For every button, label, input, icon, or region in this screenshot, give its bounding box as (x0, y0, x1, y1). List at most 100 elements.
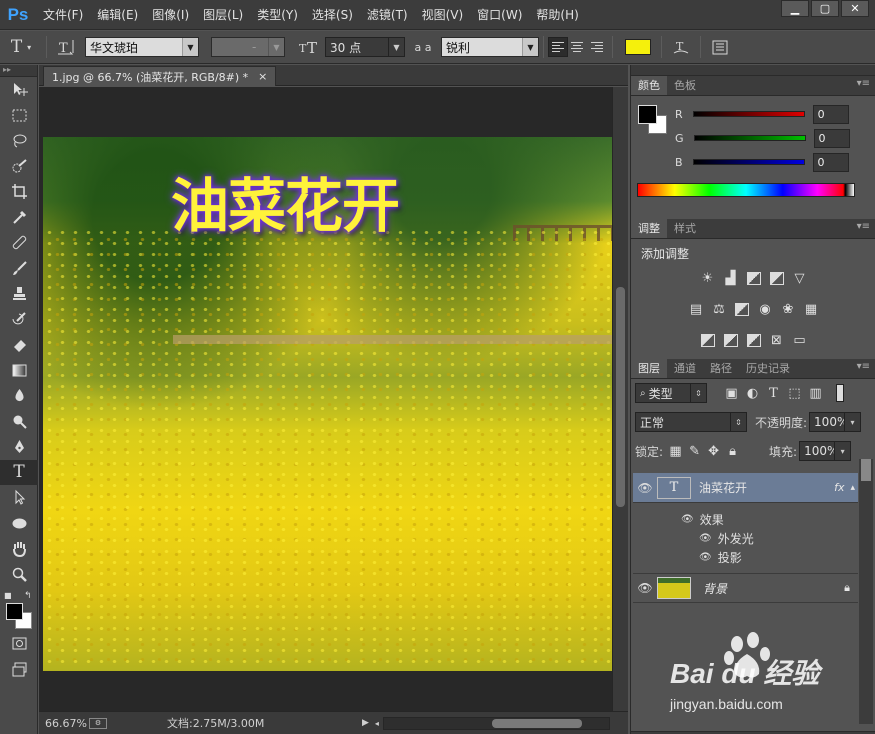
curves-icon[interactable] (745, 270, 762, 287)
foreground-color-swatch[interactable] (638, 105, 657, 124)
menu-help[interactable]: 帮助(H) (529, 0, 585, 30)
pen-tool-icon[interactable] (0, 434, 38, 460)
color-lookup-icon[interactable]: ▦ (803, 301, 820, 318)
red-value-input[interactable]: 0 (812, 104, 849, 124)
menu-layer[interactable]: 图层(L) (196, 0, 250, 30)
menu-window[interactable]: 窗口(W) (470, 0, 529, 30)
quick-selection-tool-icon[interactable] (0, 154, 38, 180)
tab-history[interactable]: 历史记录 (739, 359, 797, 378)
character-panel-icon[interactable] (705, 36, 735, 58)
brightness-icon[interactable]: ☀ (699, 270, 716, 287)
filter-adjustment-icon[interactable]: ◐ (744, 385, 761, 402)
gradient-map-icon[interactable]: ▭ (791, 332, 808, 349)
tab-swatches[interactable]: 色板 (667, 76, 703, 95)
panel-menu-icon[interactable]: ▾≡ (857, 221, 870, 232)
zoom-tool-icon[interactable] (0, 562, 38, 588)
vertical-scrollbar[interactable] (612, 87, 628, 711)
healing-brush-tool-icon[interactable] (0, 230, 38, 256)
dodge-tool-icon[interactable] (0, 409, 38, 435)
lock-all-icon[interactable]: 🔒︎ (724, 443, 741, 460)
marquee-tool-icon[interactable] (0, 103, 38, 129)
menu-file[interactable]: 文件(F) (36, 0, 90, 30)
levels-icon[interactable]: ▟ (722, 270, 739, 287)
menu-image[interactable]: 图像(I) (145, 0, 196, 30)
swap-colors-icon[interactable]: ↰ (24, 591, 32, 601)
warp-text-icon[interactable]: T (666, 36, 696, 58)
threshold-icon[interactable] (745, 332, 762, 349)
filter-shape-icon[interactable]: ⬚ (786, 385, 803, 402)
blue-value-input[interactable]: 0 (812, 152, 849, 172)
effect-drop-shadow[interactable]: 👁︎ 投影 (699, 549, 742, 566)
zoom-level[interactable]: 66.67% (39, 717, 89, 730)
tab-styles[interactable]: 样式 (667, 219, 703, 238)
layer-row-background[interactable]: 👁︎ 背景 🔒︎ (633, 573, 858, 603)
filter-toggle[interactable] (836, 384, 844, 402)
filter-smart-object-icon[interactable]: ▥ (807, 385, 824, 402)
crop-tool-icon[interactable] (0, 179, 38, 205)
slider-blue[interactable]: B 0 (675, 151, 849, 173)
menu-view[interactable]: 视图(V) (415, 0, 471, 30)
align-right-button[interactable] (588, 37, 608, 57)
maximize-button[interactable]: ▢ (811, 0, 839, 17)
history-brush-tool-icon[interactable] (0, 307, 38, 333)
tab-layers[interactable]: 图层 (631, 359, 667, 378)
clone-stamp-tool-icon[interactable] (0, 281, 38, 307)
scroll-left-icon[interactable]: ◂ (375, 719, 379, 728)
path-selection-tool-icon[interactable] (0, 485, 38, 511)
invert-icon[interactable] (699, 332, 716, 349)
hue-saturation-icon[interactable]: ▤ (688, 301, 705, 318)
eraser-tool-icon[interactable] (0, 332, 38, 358)
visibility-eye-icon[interactable]: 👁︎ (699, 533, 712, 544)
effect-outer-glow[interactable]: 👁︎ 外发光 (699, 530, 754, 547)
menu-filter[interactable]: 滤镜(T) (360, 0, 415, 30)
lasso-tool-icon[interactable] (0, 128, 38, 154)
canvas-text-layer[interactable]: 油菜花开 (171, 159, 400, 243)
layer-name[interactable]: 背景 (703, 580, 844, 597)
layer-name[interactable]: 油菜花开 (699, 479, 834, 496)
status-info-icon[interactable]: ⚙ (89, 717, 107, 729)
layers-scroll-thumb[interactable] (861, 459, 871, 481)
menu-select[interactable]: 选择(S) (305, 0, 360, 30)
horizontal-scroll-thumb[interactable] (491, 718, 582, 728)
filter-type-icon[interactable]: T (765, 385, 782, 402)
visibility-eye-icon[interactable]: 👁︎ (633, 481, 657, 495)
black-white-icon[interactable] (734, 301, 751, 318)
slider-green[interactable]: G 0 (675, 127, 850, 149)
slider-red[interactable]: R 0 (675, 103, 849, 125)
menu-edit[interactable]: 编辑(E) (90, 0, 145, 30)
exposure-icon[interactable] (768, 270, 785, 287)
tools-panel-grip[interactable]: ▸▸ (0, 65, 37, 77)
lock-transparency-icon[interactable]: ▦ (667, 443, 684, 460)
font-size-select[interactable]: 30 点 ▼ (325, 37, 405, 57)
panel-menu-icon[interactable]: ▾≡ (857, 361, 870, 372)
text-orientation-toggle-icon[interactable]: T (51, 36, 81, 58)
tab-channels[interactable]: 通道 (667, 359, 703, 378)
close-button[interactable]: ✕ (841, 0, 869, 17)
filter-pixel-icon[interactable]: ▣ (723, 385, 740, 402)
move-tool-icon[interactable] (0, 77, 38, 103)
default-colors-icon[interactable]: ■ (4, 591, 12, 600)
minimize-button[interactable]: ▁ (781, 0, 809, 17)
effects-row[interactable]: 👁︎ 效果 (681, 511, 724, 528)
align-center-button[interactable] (568, 37, 588, 57)
opacity-input[interactable]: 100% ▾ (809, 412, 862, 432)
horizontal-scrollbar[interactable] (382, 716, 610, 730)
fill-input[interactable]: 100% ▾ (799, 441, 852, 461)
canvas-area[interactable]: 油菜花开 (39, 87, 612, 711)
document-tab[interactable]: 1.jpg @ 66.7% (油菜花开, RGB/8#) * × (43, 66, 277, 86)
close-icon[interactable]: × (258, 70, 267, 83)
blue-slider-track[interactable] (692, 159, 805, 165)
vertical-scroll-thumb[interactable] (616, 287, 625, 507)
foreground-color-swatch[interactable] (6, 603, 23, 620)
status-menu-arrow-icon[interactable]: ▶ (362, 718, 369, 728)
layer-row-text[interactable]: 👁︎ T 油菜花开 fx ▴ (633, 473, 858, 503)
font-style-select[interactable]: - ▼ (211, 37, 285, 57)
visibility-eye-icon[interactable]: 👁︎ (633, 581, 657, 595)
blend-mode-select[interactable]: 正常 ⇕ (635, 412, 747, 432)
screen-mode-icon[interactable] (0, 657, 38, 683)
tab-color[interactable]: 颜色 (631, 76, 667, 95)
brush-tool-icon[interactable] (0, 256, 38, 282)
align-left-button[interactable] (548, 37, 568, 57)
font-family-select[interactable]: 华文琥珀 ▼ (85, 37, 199, 57)
panel-dock-grip[interactable] (631, 65, 875, 76)
